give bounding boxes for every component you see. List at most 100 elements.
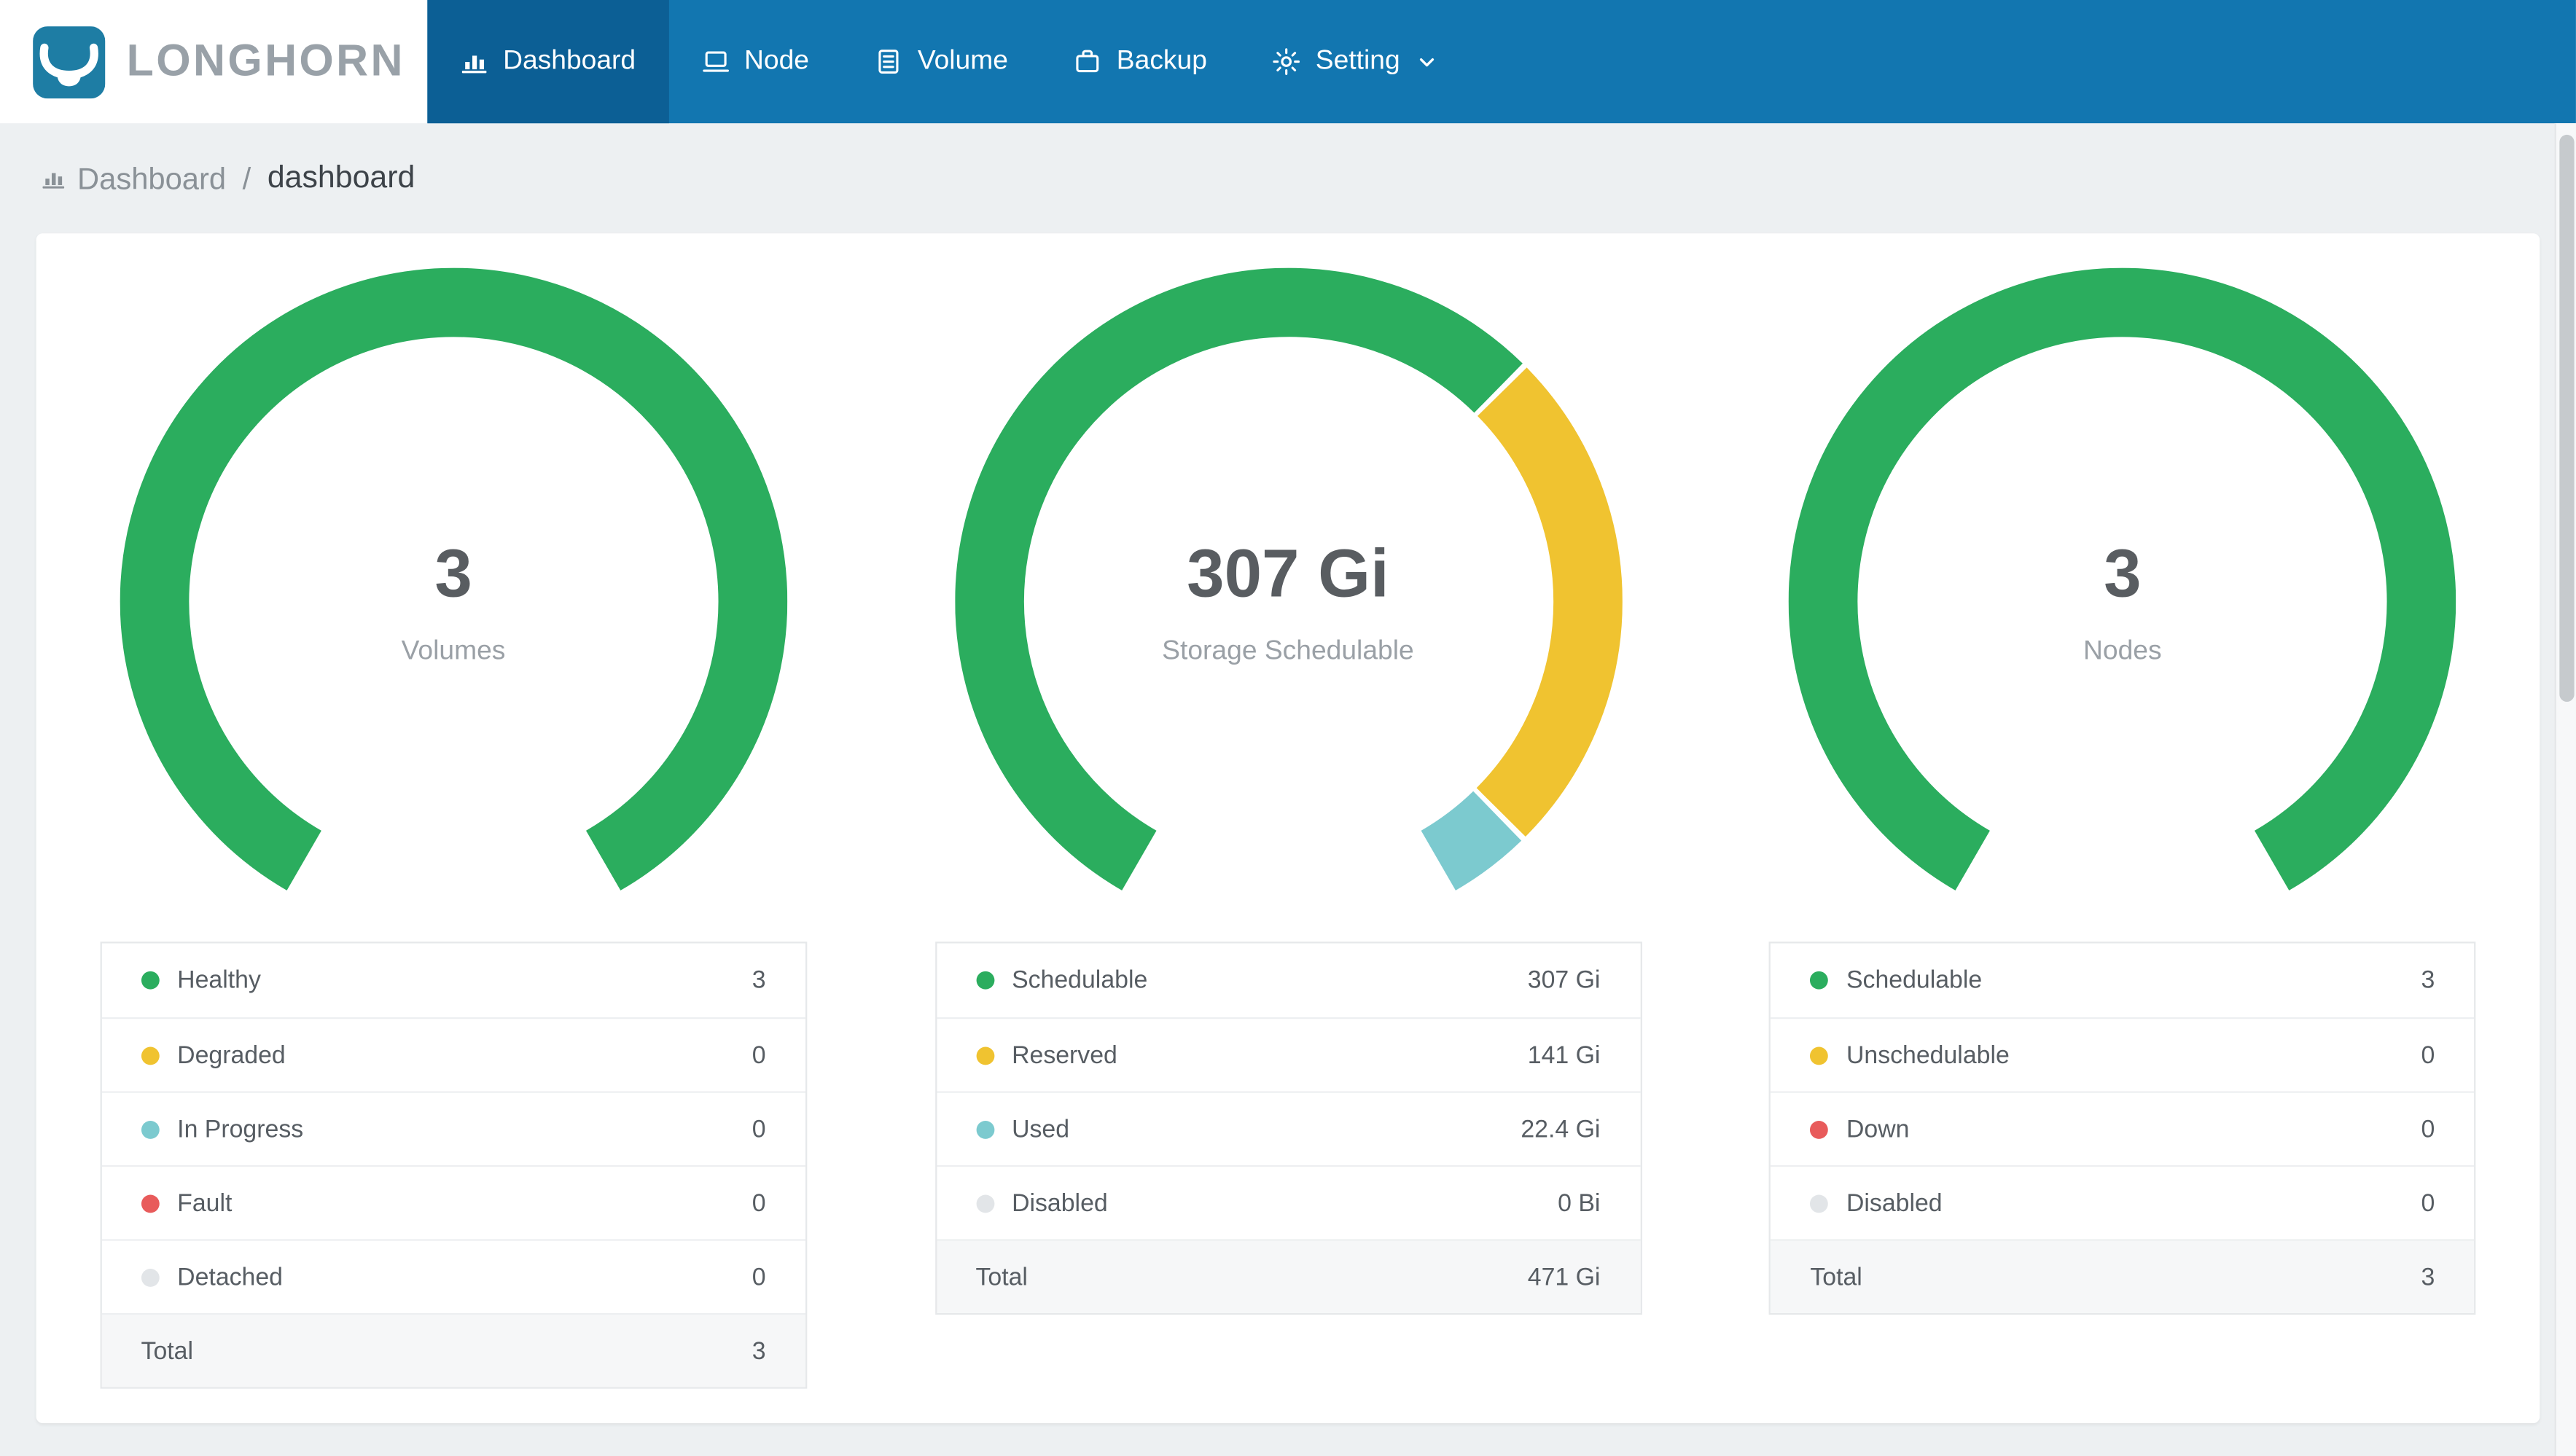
legend-dot <box>141 1267 160 1286</box>
gauge-panel-nodes: 3 Nodes Schedulable 3 Unschedulable 0 Down 0 Dis… <box>1705 267 2540 1423</box>
legend-value: 0 <box>752 1263 766 1291</box>
nav-item-node[interactable]: Node <box>668 0 842 123</box>
legend-row: Detached 0 <box>101 1239 805 1312</box>
legend-row: Disabled 0 Bi <box>936 1165 1640 1239</box>
legend-dot <box>975 1194 994 1213</box>
gauge-segment-reserved <box>1475 367 1622 837</box>
legend-total-row: Total 3 <box>1771 1239 2475 1313</box>
legend-dot <box>141 1046 160 1065</box>
chevron-down-icon <box>1416 52 1436 71</box>
legend-value: 0 <box>752 1189 766 1217</box>
breadcrumb-root[interactable]: Dashboard <box>77 160 226 197</box>
total-label: Total <box>141 1336 194 1365</box>
legend-value: 141 Gi <box>1527 1041 1601 1070</box>
legend-row: Used 22.4 Gi <box>936 1091 1640 1165</box>
legend-dot <box>975 971 994 990</box>
total-value: 3 <box>752 1336 766 1365</box>
nav-item-setting[interactable]: Setting <box>1240 0 1469 123</box>
legend-dot <box>975 1046 994 1065</box>
legend-value: 22.4 Gi <box>1521 1115 1601 1143</box>
legend-row: In Progress 0 <box>101 1091 805 1165</box>
gear-icon <box>1273 47 1300 75</box>
logo[interactable]: LONGHORN <box>0 0 428 124</box>
legend-label: Used <box>1012 1115 1070 1143</box>
legend-value: 0 Bi <box>1558 1189 1601 1217</box>
legend-row: Fault 0 <box>101 1165 805 1239</box>
legend-label: Degraded <box>177 1041 286 1070</box>
gauge-arc-svg <box>954 267 1622 891</box>
gauge-arc-svg <box>120 267 787 891</box>
gauge-arc-svg <box>1789 267 2456 891</box>
legend-row: Healthy 3 <box>101 943 805 1017</box>
node-icon <box>701 47 729 75</box>
gauge-segment-healthy <box>120 267 787 891</box>
legend-label: Detached <box>177 1263 284 1291</box>
legend-dot <box>1810 971 1829 990</box>
legend-label: In Progress <box>177 1115 304 1143</box>
nav-item-label: Dashboard <box>503 46 636 76</box>
legend-dot <box>141 1119 160 1138</box>
nav-item-label: Node <box>744 46 809 76</box>
legend-value: 0 <box>2421 1115 2435 1143</box>
legend-label: Unschedulable <box>1846 1041 2010 1070</box>
legend-label: Disabled <box>1012 1189 1108 1217</box>
legend-table-storage-schedulable: Schedulable 307 Gi Reserved 141 Gi Used 22.4 … <box>934 942 1642 1315</box>
backup-icon <box>1074 47 1101 75</box>
breadcrumb-separator: / <box>242 160 251 195</box>
total-label: Total <box>975 1263 1028 1291</box>
legend-label: Schedulable <box>1012 966 1148 995</box>
gauge-segment-used <box>1419 791 1521 891</box>
dashboard-card: 3 Volumes Healthy 3 Degraded 0 In Progress 0 Fau… <box>36 233 2540 1424</box>
bar-chart-icon <box>460 47 488 75</box>
legend-value: 0 <box>752 1115 766 1143</box>
legend-value: 0 <box>2421 1041 2435 1070</box>
legend-label: Reserved <box>1012 1041 1117 1070</box>
legend-dot <box>141 971 160 990</box>
legend-dot <box>1810 1194 1829 1213</box>
legend-label: Down <box>1846 1115 1910 1143</box>
legend-table-nodes: Schedulable 3 Unschedulable 0 Down 0 Disabled 0… <box>1768 942 2476 1315</box>
total-value: 471 Gi <box>1527 1263 1601 1291</box>
legend-total-row: Total 3 <box>101 1312 805 1387</box>
total-label: Total <box>1810 1263 1862 1291</box>
legend-value: 0 <box>752 1041 766 1070</box>
legend-label: Healthy <box>177 966 261 995</box>
total-value: 3 <box>2421 1263 2435 1291</box>
longhorn-app: LONGHORN Dashboard Node Volume Backup Settin… <box>0 0 2576 1456</box>
legend-value: 3 <box>2421 966 2435 995</box>
nav-item-dashboard[interactable]: Dashboard <box>427 0 669 124</box>
nav-item-label: Volume <box>917 46 1008 76</box>
bar-chart-icon <box>41 166 66 191</box>
legend-label: Disabled <box>1846 1189 1943 1217</box>
gauge-panel-storage-schedulable: 307 Gi Storage Schedulable Schedulable 307 … <box>871 267 1706 1423</box>
legend-row: Disabled 0 <box>1771 1165 2475 1239</box>
legend-value: 3 <box>752 966 766 995</box>
legend-total-row: Total 471 Gi <box>936 1239 1640 1313</box>
legend-table-volumes: Healthy 3 Degraded 0 In Progress 0 Fault 0 Detac… <box>100 942 807 1389</box>
nav-item-backup[interactable]: Backup <box>1041 0 1240 123</box>
logo-text: LONGHORN <box>126 36 405 86</box>
legend-dot <box>141 1194 160 1213</box>
gauge-volumes: 3 Volumes <box>120 267 787 936</box>
legend-row: Unschedulable 0 <box>1771 1017 2475 1091</box>
breadcrumb: Dashboard / dashboard <box>0 123 2576 233</box>
gauge-storage-schedulable: 307 Gi Storage Schedulable <box>954 267 1622 936</box>
legend-dot <box>1810 1046 1829 1065</box>
main-nav: Dashboard Node Volume Backup Setting <box>427 0 2576 124</box>
nav-item-volume[interactable]: Volume <box>842 0 1041 123</box>
legend-dot <box>1810 1119 1829 1138</box>
nav-item-label: Setting <box>1315 46 1400 76</box>
legend-row: Reserved 141 Gi <box>936 1017 1640 1091</box>
legend-value: 307 Gi <box>1527 966 1601 995</box>
legend-label: Fault <box>177 1189 233 1217</box>
longhorn-bull-icon <box>33 25 106 98</box>
gauge-segment-schedulable <box>1789 267 2456 891</box>
legend-row: Degraded 0 <box>101 1017 805 1091</box>
breadcrumb-current: dashboard <box>267 160 415 195</box>
legend-row: Schedulable 307 Gi <box>936 943 1639 1017</box>
nav-item-label: Backup <box>1116 46 1207 76</box>
scrollbar[interactable] <box>2554 123 2576 1456</box>
scrollbar-thumb[interactable] <box>2559 134 2574 702</box>
gauge-segment-schedulable <box>954 267 1522 891</box>
volume-icon <box>875 47 902 75</box>
